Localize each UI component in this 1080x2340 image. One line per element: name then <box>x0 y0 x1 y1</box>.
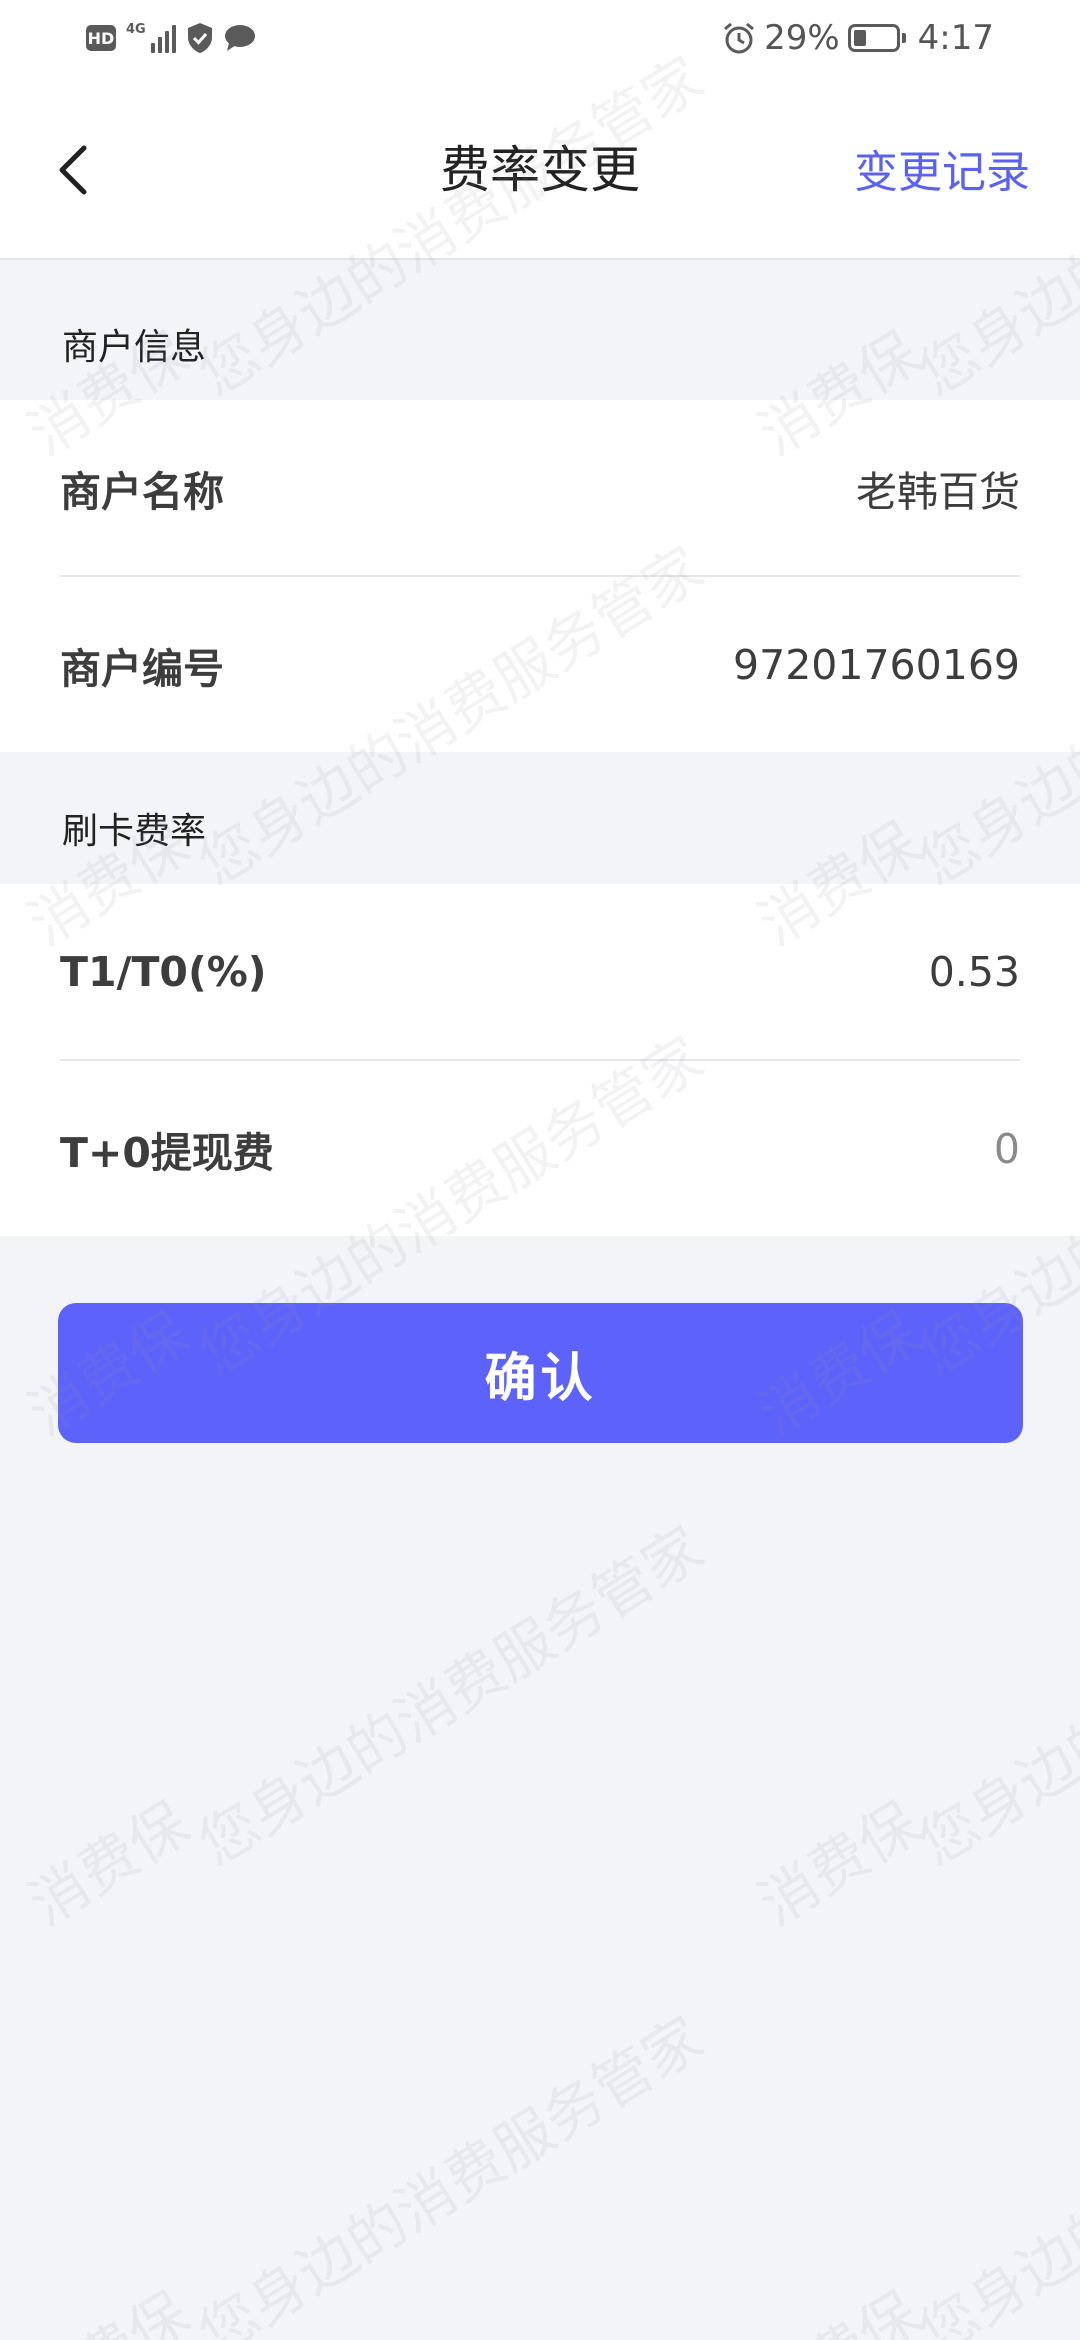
merchant-name-row: 商户名称 老韩百货 <box>60 400 1020 575</box>
watermark-text: 您身边的消费服务管家 <box>906 1513 1080 1879</box>
nav-bar: 费率变更 变更记录 <box>0 80 1080 260</box>
t1-t0-rate-label: T1/T0(%) <box>60 947 267 996</box>
merchant-id-value: 97201760169 <box>733 640 1020 689</box>
alarm-icon <box>724 22 755 54</box>
t1-t0-rate-value[interactable]: 0.53 <box>929 948 1020 996</box>
watermark-text: 消费保 <box>746 1788 931 1939</box>
hd-icon: HD <box>86 25 116 51</box>
change-history-link[interactable]: 变更记录 <box>854 136 1030 200</box>
battery-icon <box>847 24 906 52</box>
status-right-icons: 29% 4:17 <box>722 18 994 58</box>
t0-withdrawal-fee-row[interactable]: T+0提现费 0 <box>60 1059 1020 1236</box>
merchant-id-row: 商户编号 97201760169 <box>60 575 1020 752</box>
merchant-name-value: 老韩百货 <box>856 467 1020 516</box>
watermark-text: 您身边的消费服务管家 <box>186 2003 715 2340</box>
message-icon <box>224 25 255 51</box>
network-type-label: 4G <box>126 22 146 37</box>
confirm-button[interactable]: 确认 <box>58 1303 1023 1443</box>
merchant-info-card: 商户名称 老韩百货 商户编号 97201760169 <box>0 400 1080 752</box>
watermark-text: 消费保 <box>16 1788 201 1939</box>
t0-withdrawal-fee-label: T+0提现费 <box>60 1128 274 1177</box>
t1-t0-rate-row[interactable]: T1/T0(%) 0.53 <box>60 884 1020 1059</box>
watermark-text: 您身边的消费服务管家 <box>906 2003 1080 2340</box>
t0-withdrawal-fee-value[interactable]: 0 <box>994 1125 1020 1173</box>
watermark-text: 消费保 <box>10 2268 202 2340</box>
watermark-text: 消费保 <box>740 2268 932 2340</box>
battery-fill <box>853 30 866 46</box>
watermark-text: 您身边的消费服务管家 <box>186 1513 715 1879</box>
rate-card: T1/T0(%) 0.53 T+0提现费 0 <box>0 884 1080 1236</box>
status-left-icons: HD 4G <box>86 22 256 54</box>
status-bar: HD 4G 29% 4:17 <box>0 0 1080 80</box>
merchant-name-label: 商户名称 <box>60 467 224 516</box>
merchant-id-label: 商户编号 <box>60 644 224 693</box>
rate-section-header: 刷卡费率 <box>62 811 207 852</box>
signal-icon: 4G <box>126 23 176 53</box>
clock: 4:17 <box>917 18 994 58</box>
merchant-section-header: 商户信息 <box>62 327 207 368</box>
battery-percent: 29% <box>764 18 840 58</box>
shield-icon <box>187 23 212 53</box>
